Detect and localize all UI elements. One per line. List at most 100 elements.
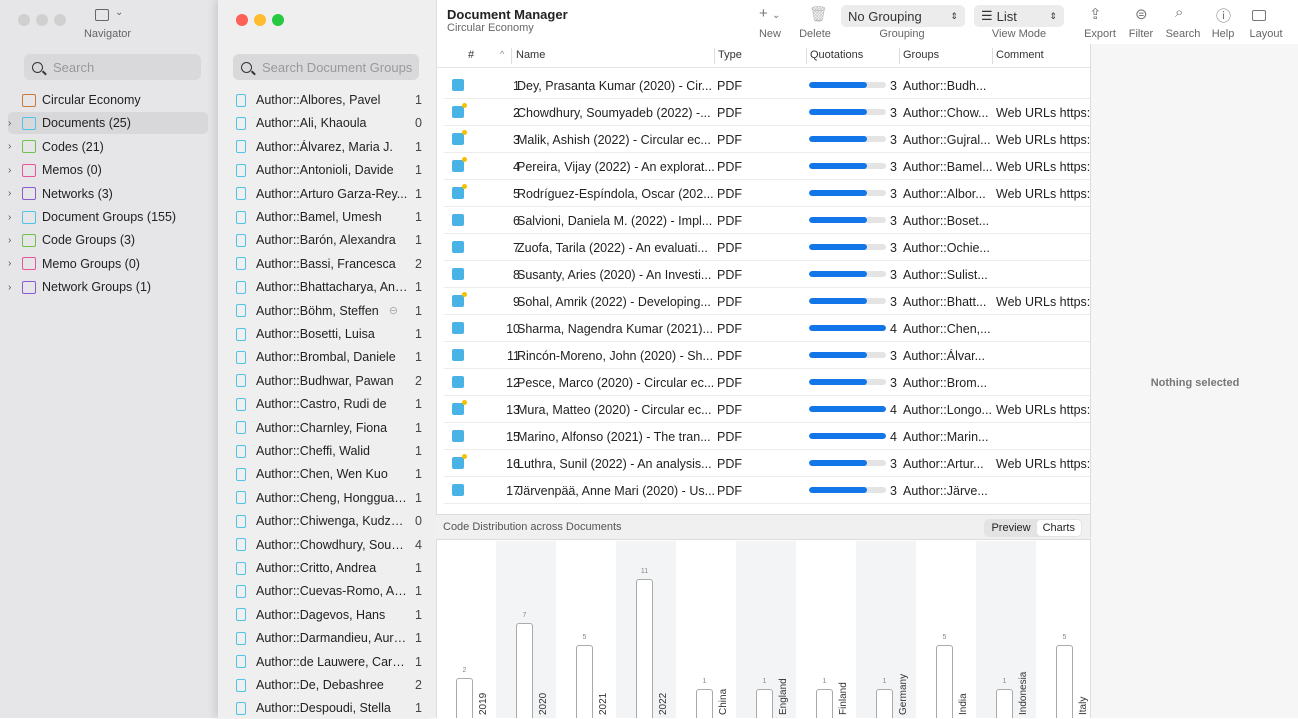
tab-charts[interactable]: Charts <box>1036 520 1081 536</box>
document-group-item[interactable]: Author::Dagevos, Hans 1 <box>232 604 422 626</box>
table-row[interactable]: 13 Mura, Matteo (2020) - Circular ec... … <box>444 396 1090 423</box>
chart-bar[interactable] <box>456 678 473 718</box>
document-group-item[interactable]: Author::Castro, Rudi de 1 <box>232 393 422 415</box>
table-row[interactable]: 4 Pereira, Vijay (2022) - An explorat...… <box>444 153 1090 180</box>
document-group-item[interactable]: Author::Charnley, Fiona 1 <box>232 417 422 439</box>
chevron-right-icon[interactable]: › <box>8 235 18 246</box>
column-comment[interactable]: Comment <box>996 49 1044 61</box>
column-groups[interactable]: Groups <box>903 49 939 61</box>
window-zoom-button[interactable] <box>272 14 284 26</box>
window-minimize-button[interactable] <box>36 14 48 26</box>
document-group-item[interactable]: Author::Cheffi, Walid 1 <box>232 440 422 462</box>
chart-bar[interactable] <box>696 689 713 718</box>
document-group-item[interactable]: Author::de Lauwere, Caroli... 1 <box>232 651 422 673</box>
document-group-item[interactable]: Author::Critto, Andrea 1 <box>232 557 422 579</box>
delete-button[interactable]: 🗑 <box>809 5 828 23</box>
chart-bar[interactable] <box>576 645 593 718</box>
column-name[interactable]: Name <box>516 49 545 61</box>
filter-icon[interactable]: ⊜ <box>1135 5 1148 23</box>
document-group-item[interactable]: Author::Arturo Garza-Rey... 1 <box>232 183 422 205</box>
chevron-right-icon[interactable]: › <box>8 258 18 269</box>
chart-bar[interactable] <box>936 645 953 718</box>
document-groups-search-input[interactable]: Search Document Groups <box>233 54 419 80</box>
search-icon[interactable]: ⌕ <box>1175 4 1183 21</box>
chevron-right-icon[interactable]: › <box>8 188 18 199</box>
table-row[interactable]: 17 Järvenpää, Anne Mari (2020) - Us... P… <box>444 477 1090 504</box>
tab-preview[interactable]: Preview <box>985 520 1036 536</box>
document-group-item[interactable]: Author::Bassi, Francesca 2 <box>232 253 422 275</box>
document-group-item[interactable]: Author::Chiwenga, Kudzai... 0 <box>232 510 422 532</box>
chevron-right-icon[interactable]: › <box>8 165 18 176</box>
sidebar-item-circular-economy[interactable]: Circular Economy <box>8 89 208 111</box>
sort-ascending-icon[interactable]: ^ <box>500 49 504 59</box>
sidebar-item-memos[interactable]: › Memos (0) <box>8 159 208 181</box>
chart-bar[interactable] <box>876 689 893 718</box>
table-row[interactable]: 1 Dey, Prasanta Kumar (2020) - Cir... PD… <box>444 72 1090 99</box>
document-group-item[interactable]: Author::Ali, Khaoula 0 <box>232 112 422 134</box>
document-group-item[interactable]: Author::Bosetti, Luisa 1 <box>232 323 422 345</box>
table-row[interactable]: 12 Pesce, Marco (2020) - Circular ec... … <box>444 369 1090 396</box>
document-group-item[interactable]: Author::Böhm, Steffen ⊖ 1 <box>232 300 422 322</box>
window-close-button[interactable] <box>18 14 30 26</box>
chevron-right-icon[interactable]: › <box>8 212 18 223</box>
sidebar-item-codes[interactable]: › Codes (21) <box>8 136 208 158</box>
document-group-item[interactable]: Author::De, Debashree 2 <box>232 674 422 696</box>
document-group-item[interactable]: Author::Álvarez, Maria J. 1 <box>232 136 422 158</box>
chevron-right-icon[interactable]: › <box>8 118 18 129</box>
chart-bar[interactable] <box>516 623 533 718</box>
chart-bar[interactable] <box>996 689 1013 718</box>
table-row[interactable]: 8 Susanty, Aries (2020) - An Investi... … <box>444 261 1090 288</box>
document-group-item[interactable]: Author::Budhwar, Pawan 2 <box>232 370 422 392</box>
chevron-down-icon[interactable]: ⌄ <box>115 7 123 18</box>
document-group-item[interactable]: Author::Barón, Alexandra 1 <box>232 229 422 251</box>
sidebar-item-document-groups[interactable]: › Document Groups (155) <box>8 206 208 228</box>
table-row[interactable]: 9 Sohal, Amrik (2022) - Developing... PD… <box>444 288 1090 315</box>
document-group-item[interactable]: Author::Despoudi, Stella 1 <box>232 697 422 719</box>
document-group-item[interactable]: Author::Cheng, Hongguang 1 <box>232 487 422 509</box>
sidebar-item-memo-groups[interactable]: › Memo Groups (0) <box>8 253 208 275</box>
navigator-search-input[interactable]: Search <box>24 54 201 80</box>
layout-icon[interactable] <box>1252 10 1266 21</box>
sidebar-item-documents[interactable]: › Documents (25) <box>8 112 208 135</box>
sidebar-item-network-groups[interactable]: › Network Groups (1) <box>8 276 208 298</box>
export-button[interactable]: ⇪ <box>1089 5 1102 23</box>
sidebar-item-networks[interactable]: › Networks (3) <box>8 183 208 205</box>
preview-charts-toggle[interactable]: Preview Charts <box>984 519 1082 537</box>
chart-bar[interactable] <box>636 579 653 718</box>
table-row[interactable]: 7 Zuofa, Tarila (2022) - An evaluati... … <box>444 234 1090 261</box>
document-group-item[interactable]: Author::Chen, Wen Kuo 1 <box>232 463 422 485</box>
table-row[interactable]: 16 Luthra, Sunil (2022) - An analysis...… <box>444 450 1090 477</box>
new-button[interactable]: + ⌄ <box>759 5 780 22</box>
table-row[interactable]: 11 Rincón-Moreno, John (2020) - Sh... PD… <box>444 342 1090 369</box>
window-minimize-button[interactable] <box>254 14 266 26</box>
filter-button[interactable]: Filter <box>1125 28 1157 40</box>
sidebar-toggle-icon[interactable] <box>95 9 109 21</box>
sidebar-item-code-groups[interactable]: › Code Groups (3) <box>8 229 208 251</box>
chart-bar[interactable] <box>756 689 773 718</box>
document-group-item[interactable]: Author::Chowdhury, Soum... 4 <box>232 534 422 556</box>
chart-bar[interactable] <box>816 689 833 718</box>
table-row[interactable]: 6 Salvioni, Daniela M. (2022) - Impl... … <box>444 207 1090 234</box>
column-number[interactable]: # <box>468 49 474 61</box>
table-row[interactable]: 2 Chowdhury, Soumyadeb (2022) -... PDF 3… <box>444 99 1090 126</box>
document-group-item[interactable]: Author::Cuevas-Romo, Ana 1 <box>232 580 422 602</box>
table-row[interactable]: 3 Malik, Ashish (2022) - Circular ec... … <box>444 126 1090 153</box>
help-button[interactable]: Help <box>1208 28 1238 40</box>
column-type[interactable]: Type <box>718 49 742 61</box>
table-row[interactable]: 5 Rodríguez-Espíndola, Oscar (202... PDF… <box>444 180 1090 207</box>
search-button[interactable]: Search <box>1163 28 1203 40</box>
document-group-item[interactable]: Author::Albores, Pavel 1 <box>232 89 422 111</box>
document-group-item[interactable]: Author::Brombal, Daniele 1 <box>232 346 422 368</box>
column-quotations[interactable]: Quotations <box>810 49 863 61</box>
window-zoom-button[interactable] <box>54 14 66 26</box>
layout-button[interactable]: Layout <box>1246 28 1286 40</box>
table-row[interactable]: 15 Marino, Alfonso (2021) - The tran... … <box>444 423 1090 450</box>
table-row[interactable]: 10 Sharma, Nagendra Kumar (2021)... PDF … <box>444 315 1090 342</box>
chart-bar[interactable] <box>1056 645 1073 718</box>
window-close-button[interactable] <box>236 14 248 26</box>
chevron-right-icon[interactable]: › <box>8 282 18 293</box>
chevron-right-icon[interactable]: › <box>8 141 18 152</box>
document-group-item[interactable]: Author::Bamel, Umesh 1 <box>232 206 422 228</box>
help-icon[interactable]: ⓘ <box>1216 5 1231 26</box>
document-group-item[interactable]: Author::Darmandieu, Aurore 1 <box>232 627 422 649</box>
